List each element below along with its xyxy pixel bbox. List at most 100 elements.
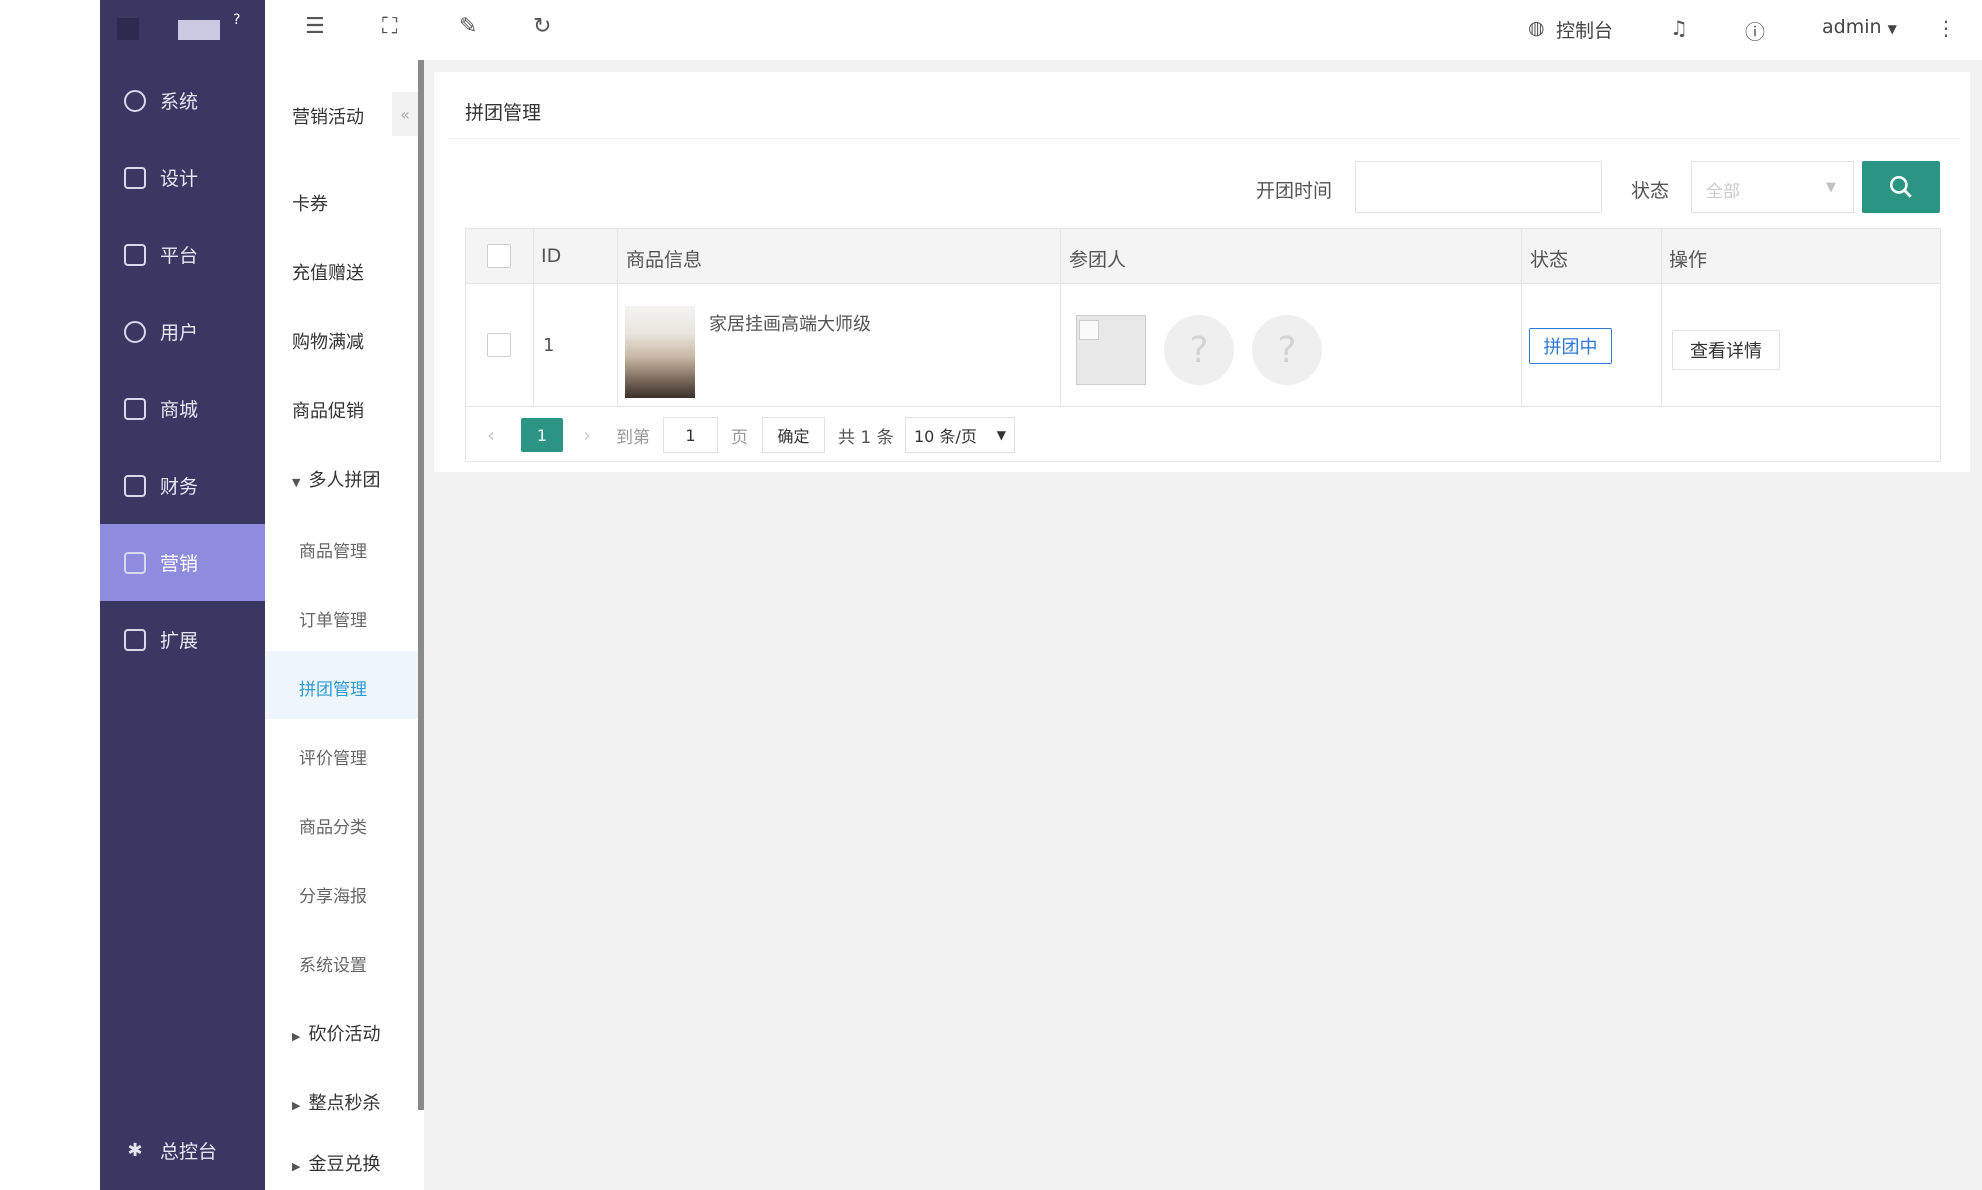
caret-down-icon: ▼ — [1826, 180, 1836, 195]
page-title: 拼团管理 — [465, 102, 542, 124]
user-icon — [124, 320, 146, 343]
empty-slot-avatar: ? — [1164, 315, 1234, 385]
logo-mark — [117, 18, 139, 40]
next-page-icon[interactable]: › — [583, 416, 591, 454]
link-icon[interactable]: ✎ — [459, 14, 477, 39]
sub-nav-gold-exchange[interactable]: ▶ 金豆兑换 — [292, 1150, 380, 1176]
collapse-left-icon[interactable]: « — [392, 92, 418, 136]
product-name[interactable]: 家居挂画高端大师级 — [709, 310, 871, 336]
caret-right-icon: ▶ — [292, 1099, 301, 1112]
logo-text-block — [178, 20, 220, 40]
page-size-select[interactable]: 10 条/页 ▼ — [905, 417, 1015, 453]
sub-nav-group-buy[interactable]: ▼ 多人拼团 — [292, 466, 380, 492]
caret-right-icon: ▶ — [292, 1030, 301, 1043]
nav-item-marketing[interactable]: 营销 — [100, 524, 265, 601]
goto-confirm-button[interactable]: 确定 — [762, 417, 825, 453]
page-current[interactable]: 1 — [521, 418, 563, 452]
sub-nav-full-reduction[interactable]: 购物满减 — [292, 328, 364, 354]
nav-label: 总控台 — [160, 1141, 218, 1163]
search-icon — [1889, 175, 1912, 198]
fullscreen-icon[interactable]: ⛶ — [382, 14, 397, 39]
nav-label: 营销 — [160, 553, 199, 575]
more-vertical-icon[interactable]: ⋮ — [1936, 16, 1956, 40]
goto-page-input[interactable]: 1 — [663, 417, 718, 453]
sub-nav-order-manage[interactable]: 订单管理 — [299, 606, 367, 631]
col-divider — [617, 229, 618, 407]
nav-item-extend[interactable]: 扩展 — [100, 601, 265, 678]
app-root: ? 系统 设计 平台 用户 商城 财务 营销 扩展 ✱ 总控台 ☰ ⛶ ✎ ↻ … — [0, 0, 1982, 1190]
globe-icon: ◍ — [1528, 17, 1545, 39]
bell-icon[interactable]: ♫ — [1670, 16, 1688, 40]
sub-nav-share-poster[interactable]: 分享海报 — [299, 882, 367, 907]
divider — [450, 138, 1958, 139]
nav-item-user[interactable]: 用户 — [100, 293, 265, 370]
nav-label: 商城 — [160, 399, 199, 421]
user-name: admin — [1822, 16, 1882, 38]
page-unit-label: 页 — [731, 427, 748, 448]
nav-item-system[interactable]: 系统 — [100, 62, 265, 139]
sub-nav-promotion[interactable]: 商品促销 — [292, 397, 364, 423]
nav-label: 平台 — [160, 245, 199, 267]
sub-nav-label: 多人拼团 — [308, 470, 381, 491]
status-badge: 拼团中 — [1529, 328, 1612, 364]
help-icon[interactable]: ⓘ — [1745, 16, 1765, 45]
cog-icon: ✱ — [127, 1139, 143, 1161]
sub-nav-recharge[interactable]: 充值赠送 — [292, 259, 364, 285]
broken-image-icon — [1079, 320, 1099, 340]
sub-nav-coupons[interactable]: 卡券 — [292, 190, 328, 216]
caret-down-icon: ▼ — [292, 476, 301, 489]
sub-nav-label: 砍价活动 — [308, 1024, 381, 1045]
sub-nav-review-manage[interactable]: 评价管理 — [299, 744, 367, 769]
sub-nav-category[interactable]: 商品分类 — [299, 813, 367, 838]
nav-label: 设计 — [160, 168, 199, 190]
prev-page-icon[interactable]: ‹ — [487, 416, 495, 454]
filter-status-label: 状态 — [1631, 180, 1670, 202]
store-icon — [124, 397, 146, 420]
view-detail-button[interactable]: 查看详情 — [1672, 330, 1780, 370]
row-divider — [466, 406, 1940, 407]
total-count: 共 1 条 — [838, 427, 894, 448]
refresh-icon[interactable]: ↻ — [533, 14, 551, 39]
chevron-down-icon: ▼ — [996, 428, 1006, 442]
nav-item-design[interactable]: 设计 — [100, 139, 265, 216]
caret-right-icon: ▶ — [292, 1160, 301, 1173]
user-menu[interactable]: admin ▼ — [1822, 16, 1897, 38]
console-link[interactable]: 控制台 — [1556, 16, 1613, 43]
nav-item-store[interactable]: 商城 — [100, 370, 265, 447]
nav-item-platform[interactable]: 平台 — [100, 216, 265, 293]
platform-icon — [124, 243, 146, 266]
col-divider — [1661, 229, 1662, 407]
sub-nav-marketing-activity[interactable]: 营销活动 — [292, 103, 364, 129]
menu-toggle-icon[interactable]: ☰ — [305, 14, 325, 39]
gift-icon — [124, 551, 146, 574]
select-all-checkbox[interactable] — [487, 244, 511, 268]
nav-item-finance[interactable]: 财务 — [100, 447, 265, 524]
top-bar — [265, 0, 1982, 60]
product-thumbnail — [625, 306, 695, 398]
filter-time-input[interactable] — [1355, 161, 1602, 213]
nav-label: 扩展 — [160, 630, 199, 652]
sub-nav-bargain[interactable]: ▶ 砍价活动 — [292, 1020, 380, 1046]
sub-nav-label: 整点秒杀 — [308, 1093, 381, 1114]
gear-icon — [124, 89, 146, 112]
row-id: 1 — [543, 335, 555, 356]
th-id: ID — [541, 245, 562, 267]
logo-superscript: ? — [233, 12, 241, 28]
col-divider — [1060, 229, 1061, 407]
search-button[interactable] — [1862, 161, 1940, 213]
sub-nav-group-manage[interactable]: 拼团管理 — [299, 675, 367, 700]
nav-item-console[interactable]: ✱ 总控台 — [100, 1112, 265, 1189]
th-members: 参团人 — [1069, 249, 1127, 271]
row-checkbox[interactable] — [487, 333, 511, 357]
sub-nav-product-manage[interactable]: 商品管理 — [299, 537, 367, 562]
apps-icon — [124, 628, 146, 651]
nav-label: 系统 — [160, 91, 199, 113]
sub-nav-flash-sale[interactable]: ▶ 整点秒杀 — [292, 1089, 380, 1115]
th-status: 状态 — [1530, 249, 1569, 271]
nav-label: 用户 — [160, 322, 199, 344]
sub-nav-settings[interactable]: 系统设置 — [299, 951, 367, 976]
design-icon — [124, 166, 146, 189]
col-divider — [1521, 229, 1522, 407]
empty-slot-avatar: ? — [1252, 315, 1322, 385]
goto-label: 到第 — [616, 427, 650, 448]
